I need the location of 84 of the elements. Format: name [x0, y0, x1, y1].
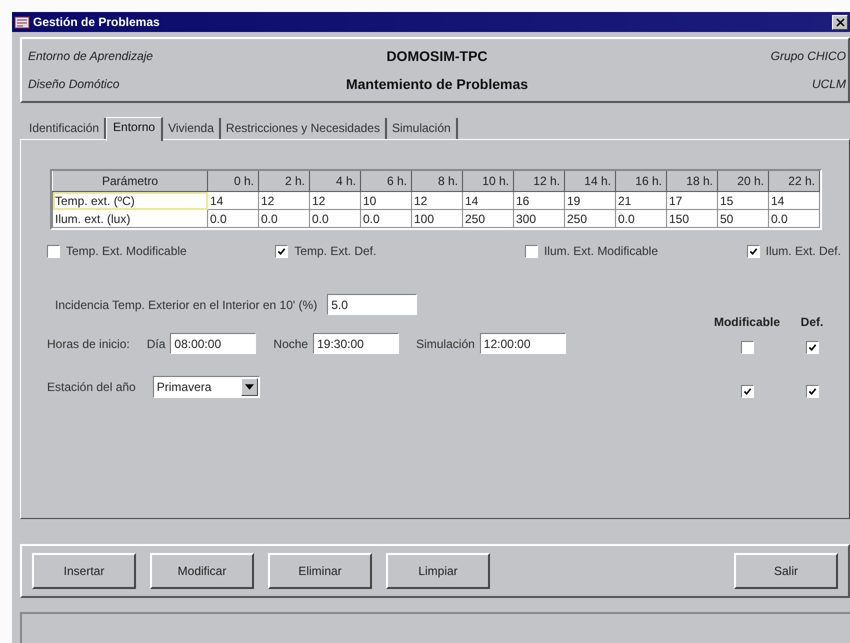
checkbox-label: Temp. Ext. Modificable — [66, 244, 187, 258]
checkbox[interactable] — [806, 385, 818, 398]
table-cell[interactable]: 19 — [564, 192, 616, 210]
column-header[interactable]: 0 h. — [208, 171, 258, 192]
caret-icon — [244, 384, 254, 390]
close-button[interactable] — [832, 14, 848, 30]
checkbox[interactable] — [275, 244, 288, 258]
input-field[interactable]: 08:00:00 — [170, 333, 256, 354]
tab[interactable]: Simulación — [386, 118, 458, 139]
column-header[interactable]: 14 h. — [564, 171, 616, 192]
table-cell[interactable]: 100 — [412, 210, 462, 228]
checkbox[interactable] — [47, 244, 60, 258]
column-header[interactable]: 12 h. — [514, 171, 564, 192]
tab[interactable]: Restricciones y Necesidades — [220, 118, 387, 139]
column-header[interactable]: Parámetro — [52, 171, 208, 192]
table-cell[interactable]: 50 — [718, 210, 768, 228]
column-label: Modificable — [712, 315, 781, 329]
field-label: Simulación — [416, 336, 475, 350]
season-dropdown[interactable]: Primavera — [152, 376, 260, 398]
checkbox-label: Ilum. Ext. Modificable — [544, 244, 658, 258]
field-label: Día — [146, 336, 166, 350]
table-cell[interactable]: 12 — [412, 192, 462, 210]
header-text: UCLM — [810, 77, 846, 91]
table-cell[interactable]: 10 — [360, 192, 412, 210]
checkbox-label: Temp. Ext. Def. — [294, 244, 376, 258]
input-field[interactable]: 12:00:00 — [480, 333, 566, 354]
column-header[interactable]: 16 h. — [616, 171, 666, 192]
header-text: Entorno de Aprendizaje — [28, 49, 154, 63]
column-label: Def. — [800, 315, 824, 329]
table-cell[interactable]: 250 — [462, 210, 514, 228]
table-cell[interactable]: 0.0 — [208, 210, 258, 228]
table-cell[interactable]: 14 — [208, 192, 258, 210]
checkbox[interactable] — [806, 341, 818, 354]
table-cell[interactable]: 17 — [666, 192, 718, 210]
table-cell[interactable]: 21 — [616, 192, 666, 210]
table-cell[interactable]: 14 — [462, 192, 514, 210]
table-cell[interactable]: 15 — [718, 192, 768, 210]
action-button[interactable]: Modificar — [150, 553, 254, 589]
table-cell[interactable]: 12 — [258, 192, 310, 210]
field-label: Estación del año — [47, 380, 136, 394]
table-cell[interactable]: 150 — [666, 210, 718, 228]
table-cell[interactable]: 14 — [768, 192, 820, 210]
column-header[interactable]: 18 h. — [666, 171, 718, 192]
checkbox[interactable] — [524, 244, 538, 258]
action-button[interactable]: Limpiar — [386, 553, 490, 589]
input-field[interactable]: 5.0 — [327, 294, 418, 315]
checkbox[interactable] — [740, 341, 754, 354]
column-header[interactable]: 4 h. — [310, 171, 360, 192]
table-cell[interactable]: 0.0 — [616, 210, 666, 228]
table-cell[interactable]: 12 — [310, 192, 360, 210]
exit-button[interactable]: Salir — [734, 553, 838, 589]
table-cell[interactable]: Temp. ext. (ºC) — [52, 192, 208, 210]
tab[interactable]: Vivienda — [163, 118, 221, 139]
column-header[interactable]: 8 h. — [412, 171, 462, 192]
action-button[interactable]: Eliminar — [268, 553, 372, 589]
table-cell[interactable]: 250 — [564, 210, 616, 228]
header-text: Mantemiento de Problemas — [346, 76, 528, 92]
checkbox[interactable] — [740, 385, 754, 398]
app-icon — [14, 14, 30, 30]
checkbox[interactable] — [746, 244, 760, 258]
header-text: Grupo CHICO — [770, 49, 846, 63]
column-header[interactable]: 22 h. — [768, 171, 820, 192]
field-label: Noche — [273, 336, 308, 350]
action-button[interactable]: Insertar — [32, 553, 136, 589]
column-header[interactable]: 2 h. — [258, 171, 310, 192]
table-cell[interactable]: 300 — [514, 210, 564, 228]
table-cell[interactable]: 0.0 — [258, 210, 310, 228]
checkbox-label: Ilum. Ext. Def. — [766, 244, 841, 258]
field-label: Horas de inicio: — [47, 336, 130, 350]
table-cell[interactable]: 0.0 — [360, 210, 412, 228]
close-icon — [836, 18, 844, 26]
table-cell[interactable]: 16 — [514, 192, 564, 210]
table-cell[interactable]: 0.0 — [310, 210, 360, 228]
table-cell[interactable]: Ilum. ext. (lux) — [52, 210, 208, 228]
table-cell[interactable]: 0.0 — [768, 210, 820, 228]
tab[interactable]: Entorno — [106, 117, 164, 141]
header-text: Diseño Domótico — [28, 77, 120, 91]
input-field[interactable]: 19:30:00 — [313, 333, 400, 354]
header-text: DOMOSIM-TPC — [386, 48, 488, 64]
column-header[interactable]: 20 h. — [718, 171, 768, 192]
column-header[interactable]: 10 h. — [462, 171, 514, 192]
column-header[interactable]: 6 h. — [360, 171, 412, 192]
field-label: Incidencia Temp. Exterior en el Interior en 10' (%) — [55, 298, 318, 312]
window-title: Gestión de Problemas — [33, 15, 161, 29]
